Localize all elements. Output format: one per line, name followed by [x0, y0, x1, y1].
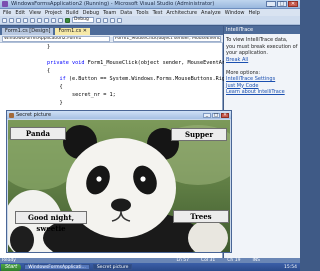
secret-picture-window: Secret picture _ □ ✕ Panda Supper Good n… [6, 110, 232, 253]
minimize-button[interactable]: _ [266, 1, 276, 7]
window-title: WindowsFormsApplication2 (Running) - Mic… [11, 1, 215, 7]
learn-intellitrace-link[interactable]: Learn about IntelliTrace [226, 89, 298, 96]
secret-window-titlebar[interactable]: Secret picture _ □ ✕ [7, 111, 231, 119]
code-line: } [59, 100, 63, 106]
window-controls: _ □ ✕ [266, 1, 298, 7]
clock: 15:54 [284, 264, 297, 270]
menu-project[interactable]: Project [45, 10, 62, 16]
code-line: private void Form1_MouseClick(object sen… [47, 60, 241, 66]
find-icon[interactable] [96, 17, 101, 23]
menu-test[interactable]: Test [153, 10, 163, 16]
type-dropdown[interactable]: WindowsFormsApplication2.Form1 [2, 35, 110, 42]
menu-help[interactable]: Help [248, 10, 259, 16]
toolbox-icon[interactable] [117, 17, 122, 23]
secret-window-controls: _ □ ✕ [203, 112, 229, 118]
tab-form1-code[interactable]: Form1.cs ✕ [55, 28, 90, 35]
secret-close-button[interactable]: ✕ [221, 112, 229, 118]
secret-window-title: Secret picture [16, 112, 52, 118]
menu-file[interactable]: File [3, 10, 11, 16]
visual-studio-icon [2, 1, 8, 7]
code-line: { [59, 84, 63, 90]
cut-icon[interactable] [30, 17, 35, 23]
code-line: { [47, 68, 51, 74]
copy-icon[interactable] [37, 17, 42, 23]
taskbar-item-secret-picture[interactable]: Secret picture [92, 264, 133, 270]
close-button[interactable]: ✕ [288, 1, 298, 7]
title-bar: WindowsFormsApplication2 (Running) - Mic… [0, 0, 300, 9]
menu-architecture[interactable]: Architecture [166, 10, 197, 16]
redo-icon[interactable] [58, 17, 63, 23]
configuration-select[interactable]: Debug [72, 17, 94, 23]
code-line: secret_nr = 1; [71, 92, 116, 98]
save-all-icon[interactable] [23, 17, 28, 23]
paste-icon[interactable] [44, 17, 49, 23]
menu-build[interactable]: Build [66, 10, 79, 16]
document-tabs: Form1.cs [Design] Form1.cs ✕ [0, 26, 223, 35]
intellitrace-panel: IntelliTrace To view IntelliTrace data, … [224, 26, 300, 258]
member-dropdown[interactable]: Form1_MouseClick(object sender, MouseEve… [113, 35, 221, 42]
start-debugging-icon[interactable] [65, 17, 70, 23]
undo-icon[interactable] [51, 17, 56, 23]
intellitrace-title: IntelliTrace [224, 26, 300, 34]
start-button[interactable]: Start [1, 263, 22, 271]
intellitrace-message: To view IntelliTrace data, you must brea… [226, 37, 298, 56]
trees-button[interactable]: Trees [173, 210, 229, 223]
taskbar-item-visual-studio[interactable]: WindowsFormsApplicati... [24, 264, 90, 270]
tab-form1-design[interactable]: Form1.cs [Design] [2, 28, 54, 35]
new-project-icon[interactable] [2, 17, 7, 23]
code-line: } [47, 44, 51, 50]
menu-data[interactable]: Data [120, 10, 132, 16]
break-all-link[interactable]: Break All [226, 57, 298, 64]
menu-tools[interactable]: Tools [136, 10, 148, 16]
toolbar: Debug [0, 16, 300, 25]
solution-explorer-icon[interactable] [103, 17, 108, 23]
menu-view[interactable]: View [29, 10, 41, 16]
good-night-button[interactable]: Good night, sweetie [15, 211, 87, 233]
menu-window[interactable]: Window [225, 10, 245, 16]
menu-analyze[interactable]: Analyze [201, 10, 221, 16]
secret-maximize-button[interactable]: □ [212, 112, 220, 118]
navigation-bar: WindowsFormsApplication2.Form1 Form1_Mou… [0, 35, 223, 43]
menu-debug[interactable]: Debug [83, 10, 99, 16]
intellitrace-content: To view IntelliTrace data, you must brea… [224, 34, 300, 99]
code-line: if (e.Button == System.Windows.Forms.Mou… [59, 76, 235, 82]
panda-button[interactable]: Panda [10, 127, 66, 140]
menu-team[interactable]: Team [103, 10, 116, 16]
menu-bar: File Edit View Project Build Debug Team … [0, 9, 300, 16]
form-icon [9, 112, 14, 118]
maximize-button[interactable]: □ [277, 1, 287, 7]
save-icon[interactable] [16, 17, 21, 23]
menu-edit[interactable]: Edit [15, 10, 25, 16]
taskbar: Start WindowsFormsApplicati... Secret pi… [0, 263, 300, 271]
panda-picture[interactable]: Panda Supper Good night, sweetie Trees [8, 120, 230, 252]
secret-minimize-button[interactable]: _ [203, 112, 211, 118]
open-file-icon[interactable] [9, 17, 14, 23]
properties-icon[interactable] [110, 17, 115, 23]
supper-button[interactable]: Supper [171, 128, 227, 141]
